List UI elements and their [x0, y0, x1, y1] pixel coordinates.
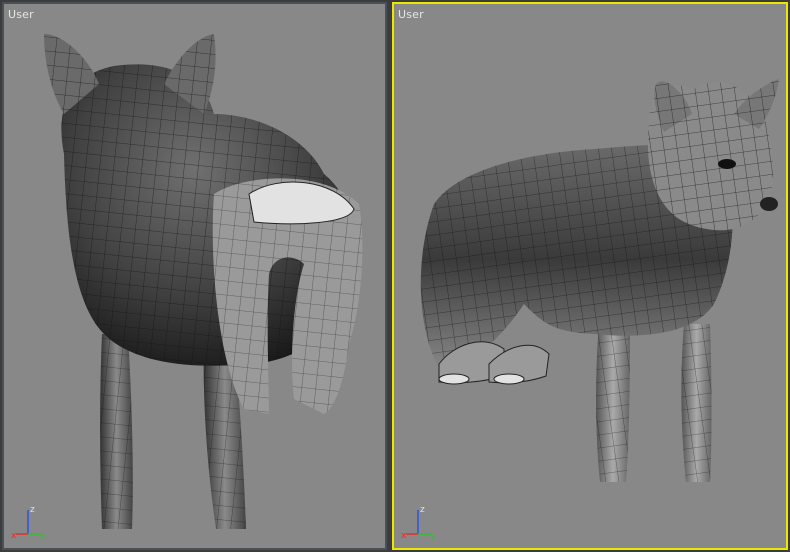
wolf-mesh-back-view[interactable] — [4, 4, 385, 550]
svg-text:y: y — [430, 531, 436, 540]
svg-text:z: z — [30, 505, 35, 515]
wolf-mesh-three-quarter-view[interactable] — [394, 4, 786, 550]
svg-text:y: y — [40, 531, 46, 540]
svg-text:x: x — [401, 531, 407, 540]
dual-viewport-layout: User z x y User z x y — [0, 0, 790, 552]
viewport-user-right-active[interactable]: User z x y — [392, 2, 788, 550]
wolf-legs-front — [596, 324, 712, 482]
svg-text:z: z — [420, 505, 425, 515]
viewport-user-left[interactable]: User z x y — [2, 2, 387, 550]
axis-tripod-icon-left: z x y — [11, 505, 46, 540]
wolf-head — [647, 79, 779, 231]
axis-tripod-icon-right: z x y — [401, 505, 436, 540]
svg-text:x: x — [11, 531, 17, 540]
